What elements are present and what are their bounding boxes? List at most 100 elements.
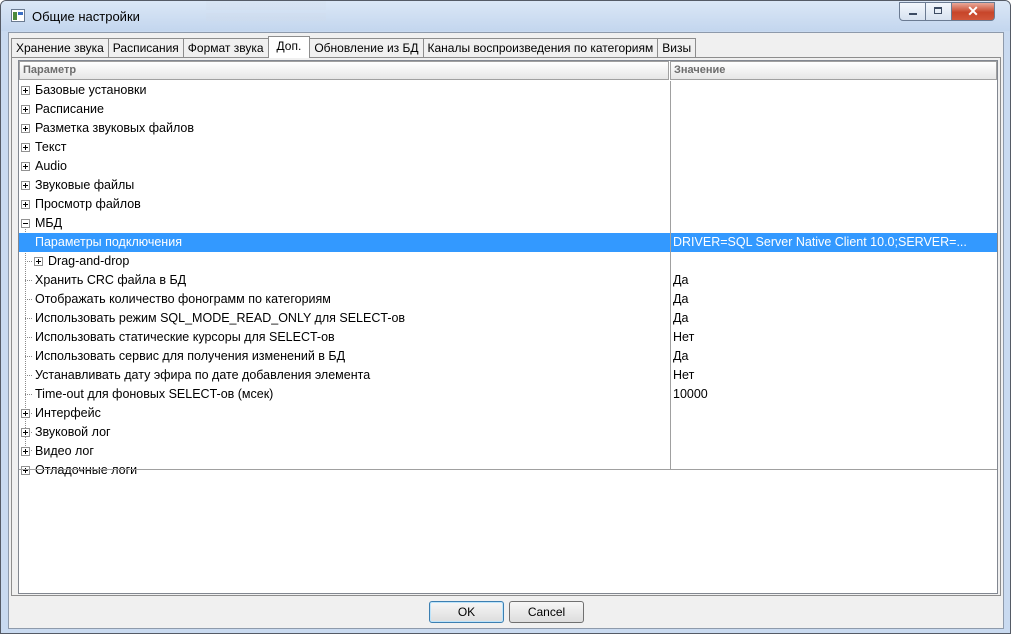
grid-row-basic-settings[interactable]: Базовые установки: [19, 81, 997, 100]
parameter-label: Хранить CRC файла в БД: [35, 273, 187, 287]
value-cell[interactable]: [673, 404, 995, 423]
settings-property-grid[interactable]: Параметр Значение Базовые установки Расп…: [18, 60, 998, 594]
parameter-label: Использовать статические курсоры для SEL…: [35, 330, 335, 344]
settings-window: Общие настройки ✕ Хранение звука Расписа…: [0, 0, 1011, 634]
close-button[interactable]: ✕: [952, 2, 995, 21]
value-cell[interactable]: [673, 195, 995, 214]
grid-row-sound-files[interactable]: Звуковые файлы: [19, 176, 997, 195]
expand-plus-icon[interactable]: [21, 86, 30, 95]
grid-row-store-crc[interactable]: Хранить CRC файла в БД Да: [19, 271, 997, 290]
value-cell[interactable]: Да: [673, 271, 995, 290]
cancel-button[interactable]: Cancel: [509, 601, 584, 623]
value-cell[interactable]: 10000: [673, 385, 995, 404]
parameter-label: МБД: [35, 216, 63, 230]
value-cell[interactable]: DRIVER=SQL Server Native Client 10.0;SER…: [673, 233, 995, 252]
grid-row-schedule[interactable]: Расписание: [19, 100, 997, 119]
tab-extra[interactable]: Доп.: [267, 36, 311, 58]
value-cell[interactable]: [673, 100, 995, 119]
maximize-button[interactable]: [926, 2, 952, 21]
expand-plus-icon[interactable]: [21, 466, 30, 475]
grid-row-mbd[interactable]: МБД: [19, 214, 997, 233]
grid-row-file-view[interactable]: Просмотр файлов: [19, 195, 997, 214]
tab-schedules[interactable]: Расписания: [107, 38, 184, 57]
parameter-label: Звуковой лог: [35, 425, 111, 439]
value-cell[interactable]: [673, 157, 995, 176]
parameter-cell: Использовать сервис для получения измене…: [19, 347, 670, 366]
value-cell[interactable]: Нет: [673, 366, 995, 385]
grid-row-static-cursors[interactable]: Использовать статические курсоры для SEL…: [19, 328, 997, 347]
ok-button[interactable]: OK: [429, 601, 504, 623]
grid-row-air-date[interactable]: Устанавливать дату эфира по дате добавле…: [19, 366, 997, 385]
value-cell[interactable]: Нет: [673, 328, 995, 347]
grid-bottom-line: [19, 469, 997, 470]
expand-plus-icon[interactable]: [21, 124, 30, 133]
grid-row-debug-logs[interactable]: Отладочные логи: [19, 461, 997, 480]
expand-plus-icon[interactable]: [34, 257, 43, 266]
parameter-label: Текст: [35, 140, 67, 154]
window-title: Общие настройки: [32, 9, 140, 24]
grid-row-show-phonogram-count[interactable]: Отображать количество фонограмм по катег…: [19, 290, 997, 309]
value-cell[interactable]: [673, 442, 995, 461]
title-bar[interactable]: Общие настройки ✕: [1, 1, 1010, 31]
tab-sound-format[interactable]: Формат звука: [182, 38, 269, 57]
grid-row-read-only-mode[interactable]: Использовать режим SQL_MODE_READ_ONLY дл…: [19, 309, 997, 328]
grid-row-sound-markup[interactable]: Разметка звуковых файлов: [19, 119, 997, 138]
expand-plus-icon[interactable]: [21, 200, 30, 209]
value-cell[interactable]: Да: [673, 309, 995, 328]
tab-visas[interactable]: Визы: [657, 38, 697, 57]
value-cell[interactable]: [673, 214, 995, 233]
expand-plus-icon[interactable]: [21, 162, 30, 171]
value-cell[interactable]: Да: [673, 347, 995, 366]
expand-plus-icon[interactable]: [21, 181, 30, 190]
maximize-icon: [934, 7, 942, 14]
expand-plus-icon[interactable]: [21, 447, 30, 456]
parameter-cell: Разметка звуковых файлов: [19, 119, 670, 138]
parameter-cell: Просмотр файлов: [19, 195, 670, 214]
expand-plus-icon[interactable]: [21, 409, 30, 418]
expand-plus-icon[interactable]: [21, 105, 30, 114]
tab-panel-extra: Параметр Значение Базовые установки Расп…: [11, 57, 1001, 596]
parameter-label: Разметка звуковых файлов: [35, 121, 194, 135]
parameter-cell: Расписание: [19, 100, 670, 119]
value-cell[interactable]: [673, 461, 995, 480]
tab-sound-storage[interactable]: Хранение звука: [11, 38, 109, 57]
expand-plus-icon[interactable]: [21, 428, 30, 437]
parameter-cell: Базовые установки: [19, 81, 670, 100]
column-divider[interactable]: [670, 81, 671, 469]
parameter-cell: Текст: [19, 138, 670, 157]
parameter-cell: Audio: [19, 157, 670, 176]
tab-strip: Хранение звука Расписания Формат звука Д…: [11, 36, 697, 58]
value-cell[interactable]: [673, 176, 995, 195]
minimize-button[interactable]: [899, 2, 926, 21]
value-cell[interactable]: [673, 423, 995, 442]
grid-row-interface[interactable]: Интерфейс: [19, 404, 997, 423]
grid-row-audio[interactable]: Audio: [19, 157, 997, 176]
minimize-icon: [909, 13, 917, 15]
parameter-cell: Отображать количество фонограмм по катег…: [19, 290, 670, 309]
value-cell[interactable]: [673, 252, 995, 271]
dialog-client-area: Хранение звука Расписания Формат звука Д…: [8, 32, 1004, 629]
grid-row-change-service[interactable]: Использовать сервис для получения измене…: [19, 347, 997, 366]
expand-plus-icon[interactable]: [21, 143, 30, 152]
value-cell[interactable]: Да: [673, 290, 995, 309]
grid-header: Параметр Значение: [19, 61, 997, 80]
parameter-label: Базовые установки: [35, 83, 147, 97]
grid-row-text[interactable]: Текст: [19, 138, 997, 157]
tab-db-update[interactable]: Обновление из БД: [309, 38, 424, 57]
column-header-value[interactable]: Значение: [670, 61, 997, 80]
tab-playback-channels[interactable]: Каналы воспроизведения по категориям: [422, 38, 659, 57]
value-cell[interactable]: [673, 81, 995, 100]
parameter-label: Отладочные логи: [35, 463, 138, 477]
value-cell[interactable]: [673, 138, 995, 157]
parameter-cell: Параметры подключения: [19, 233, 670, 252]
background-window-ghost: [206, 1, 326, 23]
column-header-parameter[interactable]: Параметр: [19, 61, 669, 80]
parameter-cell: Drag-and-drop: [19, 252, 670, 271]
collapse-minus-icon[interactable]: [21, 219, 30, 228]
grid-row-connection-params[interactable]: Параметры подключения DRIVER=SQL Server …: [19, 233, 997, 252]
grid-row-timeout[interactable]: Time-out для фоновых SELECT-ов (мсек) 10…: [19, 385, 997, 404]
grid-row-sound-log[interactable]: Звуковой лог: [19, 423, 997, 442]
value-cell[interactable]: [673, 119, 995, 138]
grid-row-drag-and-drop[interactable]: Drag-and-drop: [19, 252, 997, 271]
grid-row-video-log[interactable]: Видео лог: [19, 442, 997, 461]
